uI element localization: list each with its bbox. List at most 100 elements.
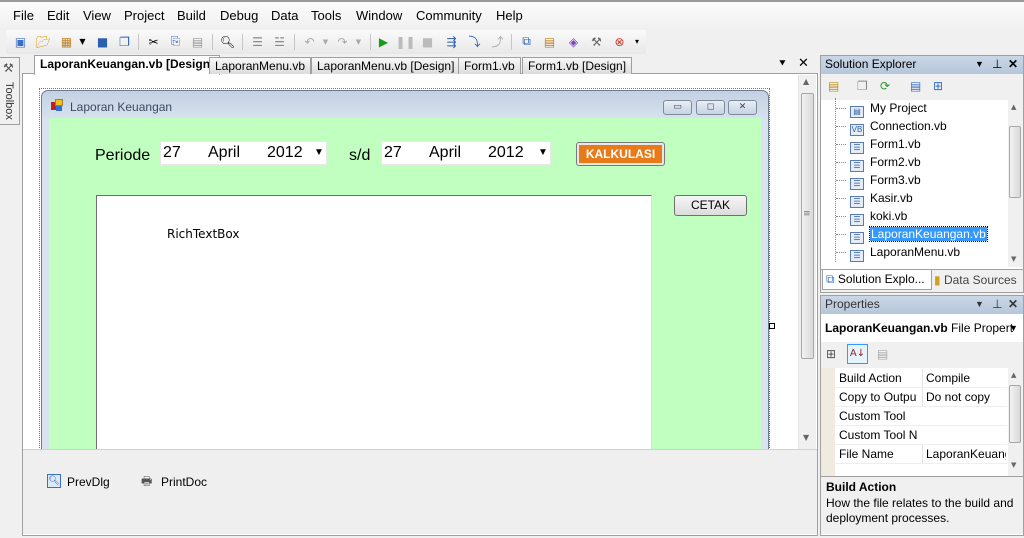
cetak-button[interactable]: CETAK	[674, 195, 747, 216]
tree-item-form1[interactable]: ☰ Form1.vb	[850, 136, 921, 154]
view-designer-icon[interactable]: ⊞	[933, 79, 943, 93]
menu-edit[interactable]: Edit	[47, 8, 69, 23]
toolbox-strip[interactable]: ⚒ Toolbox	[0, 57, 20, 125]
pin-icon[interactable]: ⊥	[992, 56, 1002, 73]
menu-file[interactable]: File	[13, 8, 34, 23]
panel-dropdown-icon[interactable]: ▼	[975, 296, 984, 313]
date-from-picker[interactable]: 27 April 2012 ▼	[160, 141, 327, 165]
design-vertical-scrollbar[interactable]: ▲ ≡ ▼	[798, 75, 816, 449]
solution-explorer-icon[interactable]: ⧉	[518, 33, 535, 50]
object-selector-dropdown-icon[interactable]: ▼	[1009, 316, 1018, 340]
tree-item-koki[interactable]: ☰ koki.vb	[850, 208, 907, 226]
save-icon[interactable]: ■	[94, 33, 111, 50]
tab-list-dropdown-icon[interactable]: ⯆	[778, 57, 787, 71]
scroll-thumb[interactable]	[1009, 385, 1021, 443]
menu-build[interactable]: Build	[177, 8, 206, 23]
step-over-icon[interactable]: ⤵	[466, 33, 483, 50]
scroll-down-icon[interactable]: ▼	[1011, 461, 1016, 469]
date-to-dropdown-icon[interactable]: ▼	[538, 142, 548, 164]
close-document-icon[interactable]: ✕	[798, 56, 809, 71]
scroll-up-icon[interactable]: ▲	[1011, 103, 1016, 111]
tree-item-laporankeuangan[interactable]: ☰ LaporanKeuangan.vb	[850, 226, 988, 244]
property-row[interactable]: Build Action Compile	[835, 369, 1007, 388]
redo-dropdown-icon[interactable]: ▼	[350, 33, 367, 50]
scroll-up-icon[interactable]: ▲	[1011, 371, 1016, 379]
properties-icon[interactable]: ▤	[541, 33, 558, 50]
menu-community[interactable]: Community	[416, 8, 482, 23]
menu-window[interactable]: Window	[356, 8, 402, 23]
save-all-icon[interactable]: ❐	[116, 33, 133, 50]
undo-dropdown-icon[interactable]: ▼	[317, 33, 334, 50]
tree-item-my-project[interactable]: ▤ My Project	[850, 100, 927, 118]
tree-item-connection[interactable]: VB Connection.vb	[850, 118, 947, 136]
pause-icon[interactable]: ❚❚	[395, 33, 415, 50]
comment-icon[interactable]: ☰	[249, 33, 266, 50]
new-project-icon[interactable]: ▣	[12, 33, 29, 50]
tab-data-sources[interactable]: ▮ Data Sources	[934, 272, 1022, 290]
menu-project[interactable]: Project	[124, 8, 164, 23]
pin-icon[interactable]: ⊥	[992, 296, 1002, 313]
scroll-thumb[interactable]	[801, 93, 814, 359]
object-selector[interactable]: LaporanKeuangan.vb File Propert ▼	[821, 316, 1023, 340]
scroll-down-icon[interactable]: ▼	[803, 433, 809, 442]
redo-icon[interactable]: ↷	[334, 33, 351, 50]
tree-item-kasir[interactable]: ☰ Kasir.vb	[850, 190, 913, 208]
tab-laporankeuangan-design[interactable]: LaporanKeuangan.vb [Design]	[34, 55, 221, 75]
undo-icon[interactable]: ↶	[301, 33, 318, 50]
view-code-icon[interactable]: ▤	[910, 79, 921, 93]
properties-scrollbar[interactable]: ▲ ▼	[1008, 368, 1023, 476]
categorized-icon[interactable]: ⊞	[826, 347, 836, 361]
toolbar-overflow-icon[interactable]: ▾	[632, 33, 642, 50]
add-item-icon[interactable]: ▦	[58, 33, 75, 50]
tree-item-laporanmenu[interactable]: ☰ LaporanMenu.vb	[850, 244, 960, 262]
scroll-thumb[interactable]	[1009, 126, 1021, 198]
tab-laporanmenu-code[interactable]: LaporanMenu.vb	[209, 57, 312, 74]
menu-help[interactable]: Help	[496, 8, 523, 23]
rich-text-box[interactable]: RichTextBox	[96, 195, 652, 455]
solution-explorer-scrollbar[interactable]: ▲ ▼	[1008, 100, 1023, 267]
tab-solution-explorer[interactable]: ⧉ Solution Explo...	[822, 270, 932, 290]
copy-icon[interactable]: ⎘	[167, 33, 184, 50]
scroll-down-icon[interactable]: ▼	[1011, 255, 1016, 263]
close-panel-icon[interactable]: ✕	[1008, 56, 1018, 73]
uncomment-icon[interactable]: ☱	[271, 33, 288, 50]
tree-item-form2[interactable]: ☰ Form2.vb	[850, 154, 921, 172]
property-row[interactable]: File Name LaporanKeuang	[835, 445, 1007, 464]
error-list-icon[interactable]: ⊗	[611, 33, 628, 50]
form-maximize-button[interactable]: ◻	[696, 100, 725, 115]
properties-icon[interactable]: ▤	[828, 79, 839, 93]
tab-form1-design[interactable]: Form1.vb [Design]	[522, 57, 633, 74]
close-panel-icon[interactable]: ✕	[1008, 296, 1018, 313]
object-browser-icon[interactable]: ◈	[565, 33, 582, 50]
find-icon[interactable]: 🔍︎	[219, 33, 236, 50]
step-into-icon[interactable]: ⇶	[443, 33, 460, 50]
kalkulasi-button[interactable]: KALKULASI	[576, 142, 665, 166]
panel-dropdown-icon[interactable]: ▼	[975, 56, 984, 73]
property-row[interactable]: Custom Tool N	[835, 426, 1007, 445]
scroll-up-icon[interactable]: ▲	[803, 77, 809, 86]
toolbox-icon[interactable]: ⚒	[588, 33, 605, 50]
date-to-picker[interactable]: 27 April 2012 ▼	[381, 141, 551, 165]
property-row[interactable]: Copy to Outpu Do not copy	[835, 388, 1007, 407]
property-row[interactable]: Custom Tool	[835, 407, 1007, 426]
open-file-icon[interactable]: 📂︎	[35, 33, 52, 50]
menu-tools[interactable]: Tools	[311, 8, 341, 23]
date-from-dropdown-icon[interactable]: ▼	[314, 142, 324, 164]
step-out-icon[interactable]: ⤴	[489, 33, 506, 50]
show-all-files-icon[interactable]: ❐	[857, 79, 868, 93]
alphabetical-icon[interactable]: A↓	[847, 344, 868, 364]
resize-handle[interactable]	[769, 323, 775, 329]
cut-icon[interactable]: ✂	[145, 33, 162, 50]
paste-icon[interactable]: ▤	[189, 33, 206, 50]
stop-icon[interactable]: ■	[419, 33, 436, 50]
form-minimize-button[interactable]: ▭	[663, 100, 692, 115]
menu-data[interactable]: Data	[271, 8, 298, 23]
tab-laporanmenu-design[interactable]: LaporanMenu.vb [Design]	[311, 57, 461, 74]
form-close-button[interactable]: ✕	[728, 100, 757, 115]
tree-item-form3[interactable]: ☰ Form3.vb	[850, 172, 921, 190]
start-debug-icon[interactable]: ▶	[375, 33, 392, 50]
property-pages-icon[interactable]: ▤	[877, 347, 888, 361]
menu-debug[interactable]: Debug	[220, 8, 258, 23]
add-item-dropdown-icon[interactable]: ▼	[74, 33, 91, 50]
menu-view[interactable]: View	[83, 8, 111, 23]
